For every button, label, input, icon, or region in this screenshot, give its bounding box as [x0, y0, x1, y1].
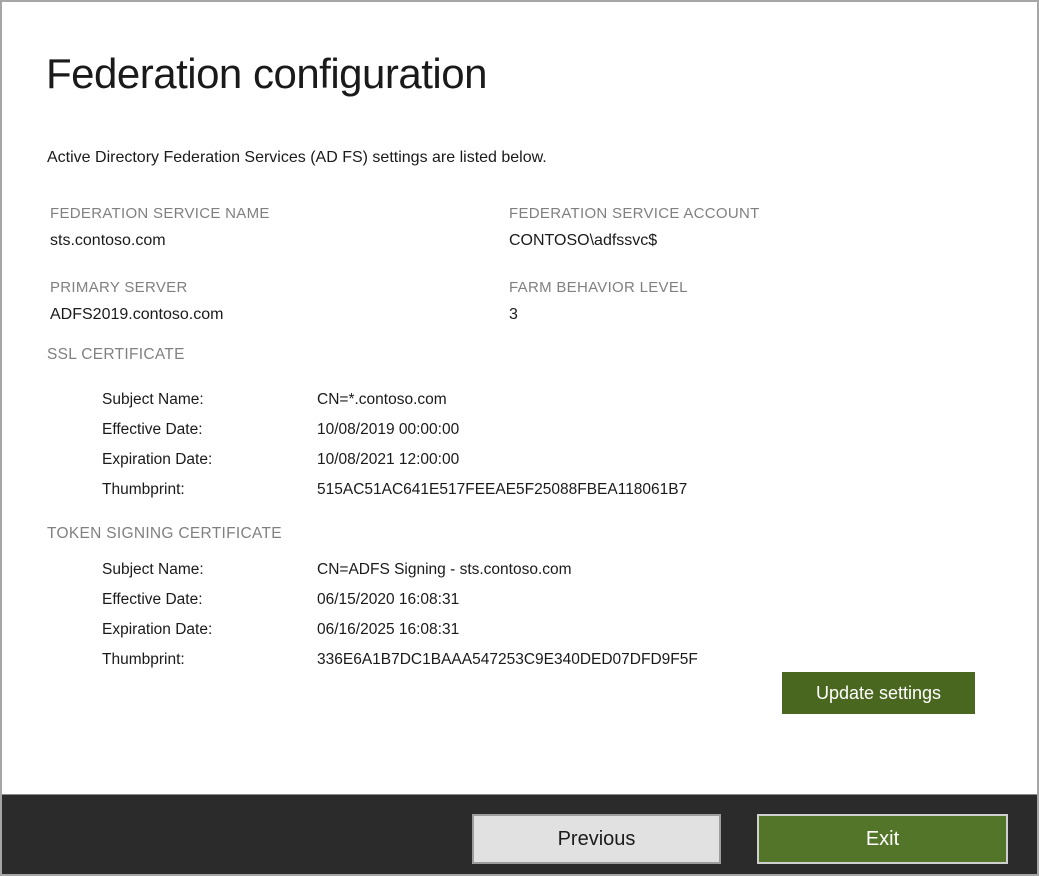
token-subject-name-value: CN=ADFS Signing - sts.contoso.com — [317, 561, 572, 579]
primary-server-label: PRIMARY SERVER — [50, 279, 188, 296]
federation-service-name-label: FEDERATION SERVICE NAME — [50, 205, 270, 222]
token-thumbprint-value: 336E6A1B7DC1BAAA547253C9E340DED07DFD9F5F — [317, 651, 698, 669]
token-thumbprint-label: Thumbprint: — [102, 651, 185, 669]
ssl-subject-name-label: Subject Name: — [102, 391, 204, 409]
ssl-certificate-heading: SSL CERTIFICATE — [47, 346, 185, 364]
farm-behavior-level-value: 3 — [509, 306, 518, 324]
token-subject-name-label: Subject Name: — [102, 561, 204, 579]
ssl-thumbprint-value: 515AC51AC641E517FEEAE5F25088FBEA118061B7 — [317, 481, 687, 499]
page-title: Federation configuration — [46, 50, 487, 98]
page-subtitle: Active Directory Federation Services (AD… — [47, 149, 547, 167]
token-signing-certificate-heading: TOKEN SIGNING CERTIFICATE — [47, 525, 282, 543]
previous-button[interactable]: Previous — [472, 814, 721, 864]
token-effective-date-label: Effective Date: — [102, 591, 203, 609]
ssl-expiration-date-label: Expiration Date: — [102, 451, 212, 469]
token-effective-date-value: 06/15/2020 16:08:31 — [317, 591, 459, 609]
ssl-effective-date-value: 10/08/2019 00:00:00 — [317, 421, 459, 439]
token-expiration-date-value: 06/16/2025 16:08:31 — [317, 621, 459, 639]
federation-configuration-window: Federation configuration Active Director… — [0, 0, 1039, 876]
exit-button[interactable]: Exit — [757, 814, 1008, 864]
federation-service-account-value: CONTOSO\adfssvc$ — [509, 232, 657, 250]
primary-server-value: ADFS2019.contoso.com — [50, 306, 223, 324]
ssl-effective-date-label: Effective Date: — [102, 421, 203, 439]
federation-service-account-label: FEDERATION SERVICE ACCOUNT — [509, 205, 760, 222]
ssl-thumbprint-label: Thumbprint: — [102, 481, 185, 499]
federation-service-name-value: sts.contoso.com — [50, 232, 166, 250]
ssl-expiration-date-value: 10/08/2021 12:00:00 — [317, 451, 459, 469]
farm-behavior-level-label: FARM BEHAVIOR LEVEL — [509, 279, 688, 296]
update-settings-button[interactable]: Update settings — [782, 672, 975, 714]
ssl-subject-name-value: CN=*.contoso.com — [317, 391, 447, 409]
footer-bar: Previous Exit — [2, 794, 1037, 876]
token-expiration-date-label: Expiration Date: — [102, 621, 212, 639]
